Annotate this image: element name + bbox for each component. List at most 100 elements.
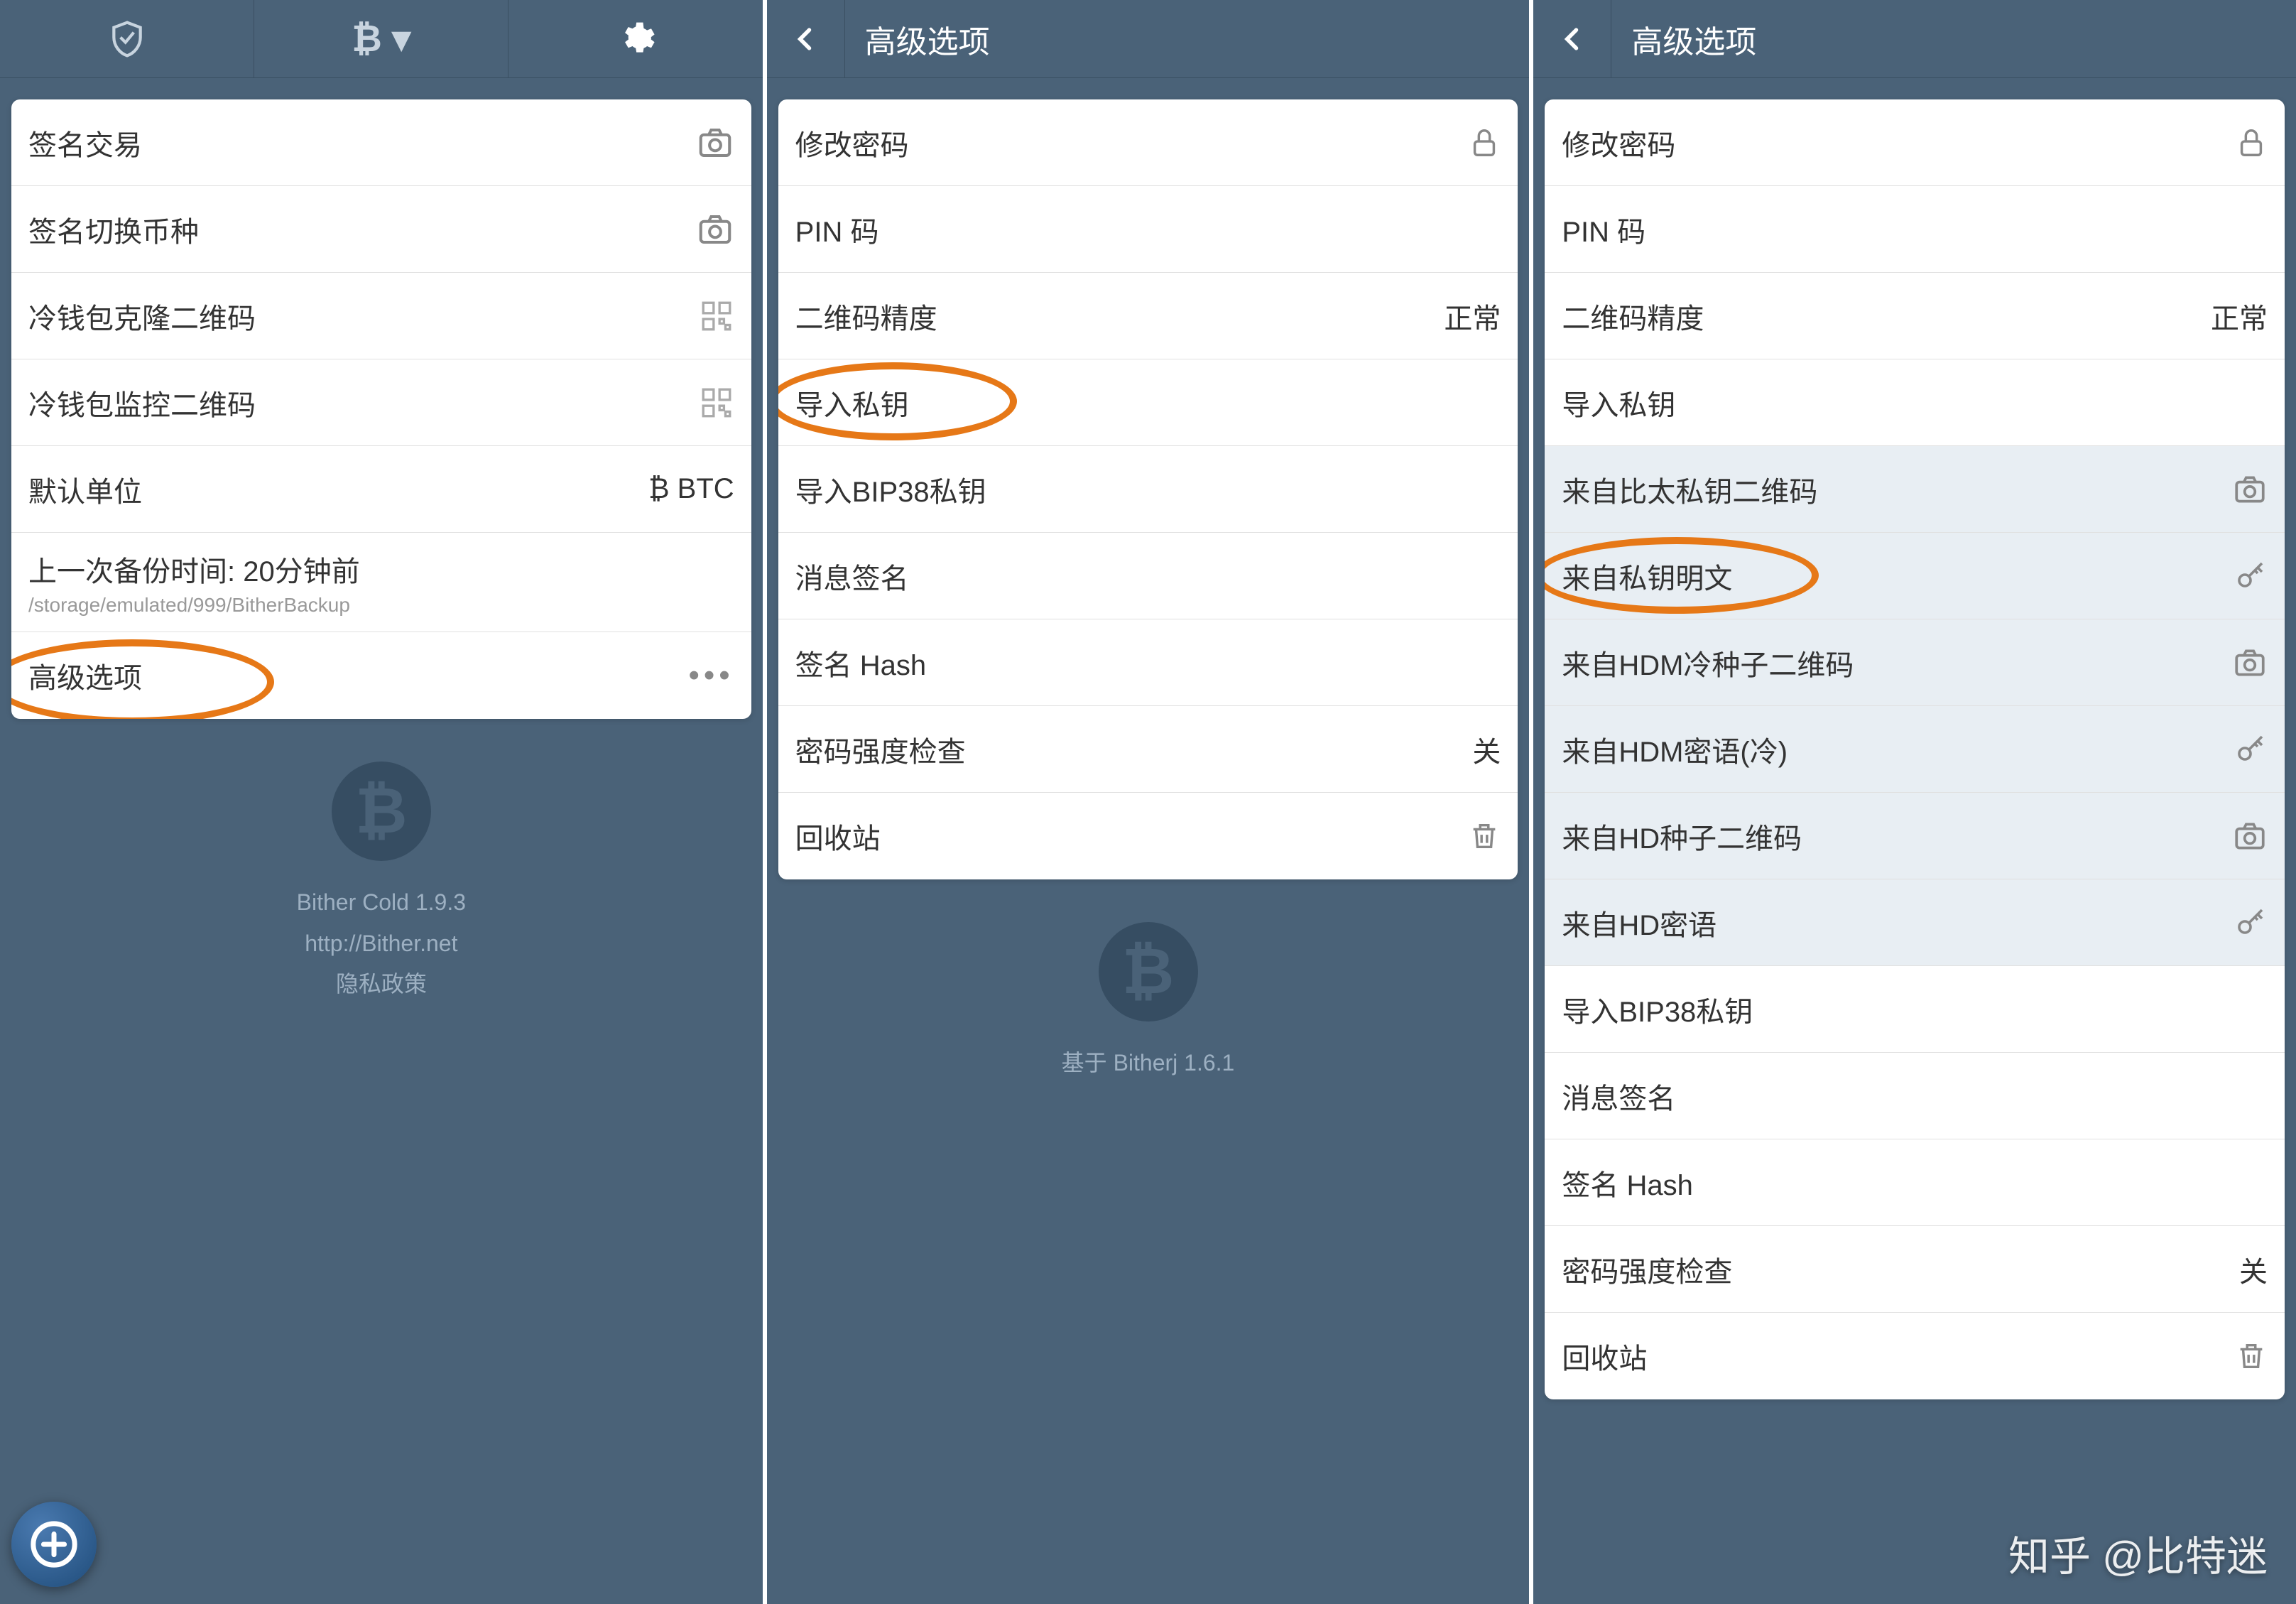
trash-icon xyxy=(2235,1340,2268,1372)
row-value: ₿ BTC xyxy=(648,473,734,505)
camera-icon xyxy=(2232,645,2268,681)
key-icon xyxy=(2234,906,2268,940)
bitcoin-icon: ₿ ▾ xyxy=(352,18,410,60)
row-label: 导入BIP38私钥 xyxy=(1562,989,2268,1030)
row-label: 冷钱包克隆二维码 xyxy=(28,296,685,337)
row-cold-clone-qr[interactable]: 冷钱包克隆二维码 xyxy=(11,273,751,359)
row-value: 正常 xyxy=(2211,296,2268,337)
page-title: 高级选项 xyxy=(1611,16,2296,62)
row-from-plaintext[interactable]: 来自私钥明文 xyxy=(1545,533,2285,619)
row-label: 签名 Hash xyxy=(1562,1162,2268,1203)
row-trash[interactable]: 回收站 xyxy=(1545,1313,2285,1399)
app-version: Bither Cold 1.9.3 xyxy=(0,882,763,923)
pane-settings: ₿ ▾ 签名交易 签名切换币种 冷钱包克隆二维码 冷钱包监控二维码 xyxy=(0,0,763,1604)
pane-advanced: 高级选项 修改密码 PIN 码 二维码精度 正常 导入私钥 导入BIP38私钥 xyxy=(767,0,1530,1604)
footer: ₿ 基于 Bitherj 1.6.1 xyxy=(767,922,1530,1084)
row-pwd-strength[interactable]: 密码强度检查 关 xyxy=(778,706,1518,793)
row-value: 正常 xyxy=(1444,296,1501,337)
advanced-card: 修改密码 PIN 码 二维码精度 正常 导入私钥 导入BIP38私钥 消息签名 … xyxy=(778,99,1518,879)
row-value: 关 xyxy=(1472,729,1501,770)
row-pin[interactable]: PIN 码 xyxy=(778,186,1518,273)
chevron-left-icon xyxy=(790,23,821,55)
row-label: 上一次备份时间: 20分钟前 xyxy=(28,548,734,590)
row-label: PIN 码 xyxy=(1562,209,2268,250)
row-from-hdm-seed-qr[interactable]: 来自HDM冷种子二维码 xyxy=(1545,619,2285,706)
watermark: 知乎 @比特迷 xyxy=(2008,1523,2268,1583)
row-advanced[interactable]: 高级选项 ••• xyxy=(11,632,751,719)
row-from-hdm-phrase[interactable]: 来自HDM密语(冷) xyxy=(1545,706,2285,793)
row-sign-tx[interactable]: 签名交易 xyxy=(11,99,751,186)
row-default-unit[interactable]: 默认单位 ₿ BTC xyxy=(11,446,751,533)
tab-shield[interactable] xyxy=(0,0,254,77)
row-label: 二维码精度 xyxy=(795,296,1430,337)
header: 高级选项 xyxy=(1533,0,2296,78)
row-last-backup[interactable]: 上一次备份时间: 20分钟前 /storage/emulated/999/Bit… xyxy=(11,533,751,632)
row-label: 默认单位 xyxy=(28,469,634,510)
row-sign-hash[interactable]: 签名 Hash xyxy=(1545,1139,2285,1226)
key-icon xyxy=(2234,732,2268,766)
row-sign-hash[interactable]: 签名 Hash xyxy=(778,619,1518,706)
tab-bitcoin[interactable]: ₿ ▾ xyxy=(254,0,508,77)
row-trash[interactable]: 回收站 xyxy=(778,793,1518,879)
row-label: 导入BIP38私钥 xyxy=(795,469,1501,510)
based-on: 基于 Bitherj 1.6.1 xyxy=(767,1043,1530,1084)
row-label: 冷钱包监控二维码 xyxy=(28,382,685,423)
trash-icon xyxy=(1468,820,1501,852)
row-from-hd-phrase[interactable]: 来自HD密语 xyxy=(1545,879,2285,966)
row-from-hd-seed-qr[interactable]: 来自HD种子二维码 xyxy=(1545,793,2285,879)
advanced-card-expanded: 修改密码 PIN 码 二维码精度 正常 导入私钥 来自比太私钥二维码 来自私钥明… xyxy=(1545,99,2285,1399)
row-label: 修改密码 xyxy=(1562,122,2221,163)
bitcoin-logo: ₿ xyxy=(332,762,431,861)
row-pwd-strength[interactable]: 密码强度检查 关 xyxy=(1545,1226,2285,1313)
bitcoin-logo: ₿ xyxy=(1099,922,1198,1022)
row-label: 回收站 xyxy=(1562,1335,2221,1377)
row-label: 消息签名 xyxy=(795,556,1501,597)
row-import-bip38[interactable]: 导入BIP38私钥 xyxy=(1545,966,2285,1053)
privacy-link[interactable]: 隐私政策 xyxy=(0,964,763,1005)
camera-icon xyxy=(2232,818,2268,854)
row-msg-sign[interactable]: 消息签名 xyxy=(778,533,1518,619)
app-url[interactable]: http://Bither.net xyxy=(0,923,763,965)
row-label: 消息签名 xyxy=(1562,1075,2268,1117)
row-change-password[interactable]: 修改密码 xyxy=(778,99,1518,186)
row-label: 修改密码 xyxy=(795,122,1454,163)
row-label: 签名切换币种 xyxy=(28,209,682,250)
row-label: 来自私钥明文 xyxy=(1562,556,2219,597)
row-label: 来自HDM冷种子二维码 xyxy=(1562,642,2218,683)
row-value: 关 xyxy=(2239,1249,2268,1290)
row-import-key[interactable]: 导入私钥 xyxy=(1545,359,2285,446)
row-msg-sign[interactable]: 消息签名 xyxy=(1545,1053,2285,1139)
row-import-key[interactable]: 导入私钥 xyxy=(778,359,1518,446)
row-pin[interactable]: PIN 码 xyxy=(1545,186,2285,273)
pane-advanced-expanded: 高级选项 修改密码 PIN 码 二维码精度 正常 导入私钥 来自比太私钥二维码 xyxy=(1533,0,2296,1604)
row-sub: /storage/emulated/999/BitherBackup xyxy=(28,594,734,617)
back-button[interactable] xyxy=(767,0,845,77)
row-label: 签名 Hash xyxy=(795,642,1501,683)
row-label: 密码强度检查 xyxy=(795,729,1459,770)
camera-icon xyxy=(696,210,734,249)
back-button[interactable] xyxy=(1533,0,1611,77)
qr-icon xyxy=(699,385,734,421)
page-title: 高级选项 xyxy=(845,16,1530,62)
row-label: 导入私钥 xyxy=(1562,382,2268,423)
row-cold-monitor-qr[interactable]: 冷钱包监控二维码 xyxy=(11,359,751,446)
row-import-bip38[interactable]: 导入BIP38私钥 xyxy=(778,446,1518,533)
row-label: 来自比太私钥二维码 xyxy=(1562,469,2218,510)
row-label: 来自HDM密语(冷) xyxy=(1562,729,2219,770)
row-qr-precision[interactable]: 二维码精度 正常 xyxy=(778,273,1518,359)
lock-icon xyxy=(1468,126,1501,159)
row-label: 密码强度检查 xyxy=(1562,1249,2225,1290)
row-sign-switch[interactable]: 签名切换币种 xyxy=(11,186,751,273)
row-qr-precision[interactable]: 二维码精度 正常 xyxy=(1545,273,2285,359)
camera-icon xyxy=(2232,472,2268,507)
row-label: PIN 码 xyxy=(795,209,1501,250)
row-label: 来自HD密语 xyxy=(1562,902,2219,943)
row-change-password[interactable]: 修改密码 xyxy=(1545,99,2285,186)
footer: ₿ Bither Cold 1.9.3 http://Bither.net 隐私… xyxy=(0,762,763,1005)
add-button[interactable] xyxy=(11,1502,97,1587)
plus-icon xyxy=(29,1519,79,1569)
row-label: 签名交易 xyxy=(28,122,682,163)
tab-gear[interactable] xyxy=(508,0,762,77)
row-label: 回收站 xyxy=(795,815,1454,857)
row-from-bither-qr[interactable]: 来自比太私钥二维码 xyxy=(1545,446,2285,533)
